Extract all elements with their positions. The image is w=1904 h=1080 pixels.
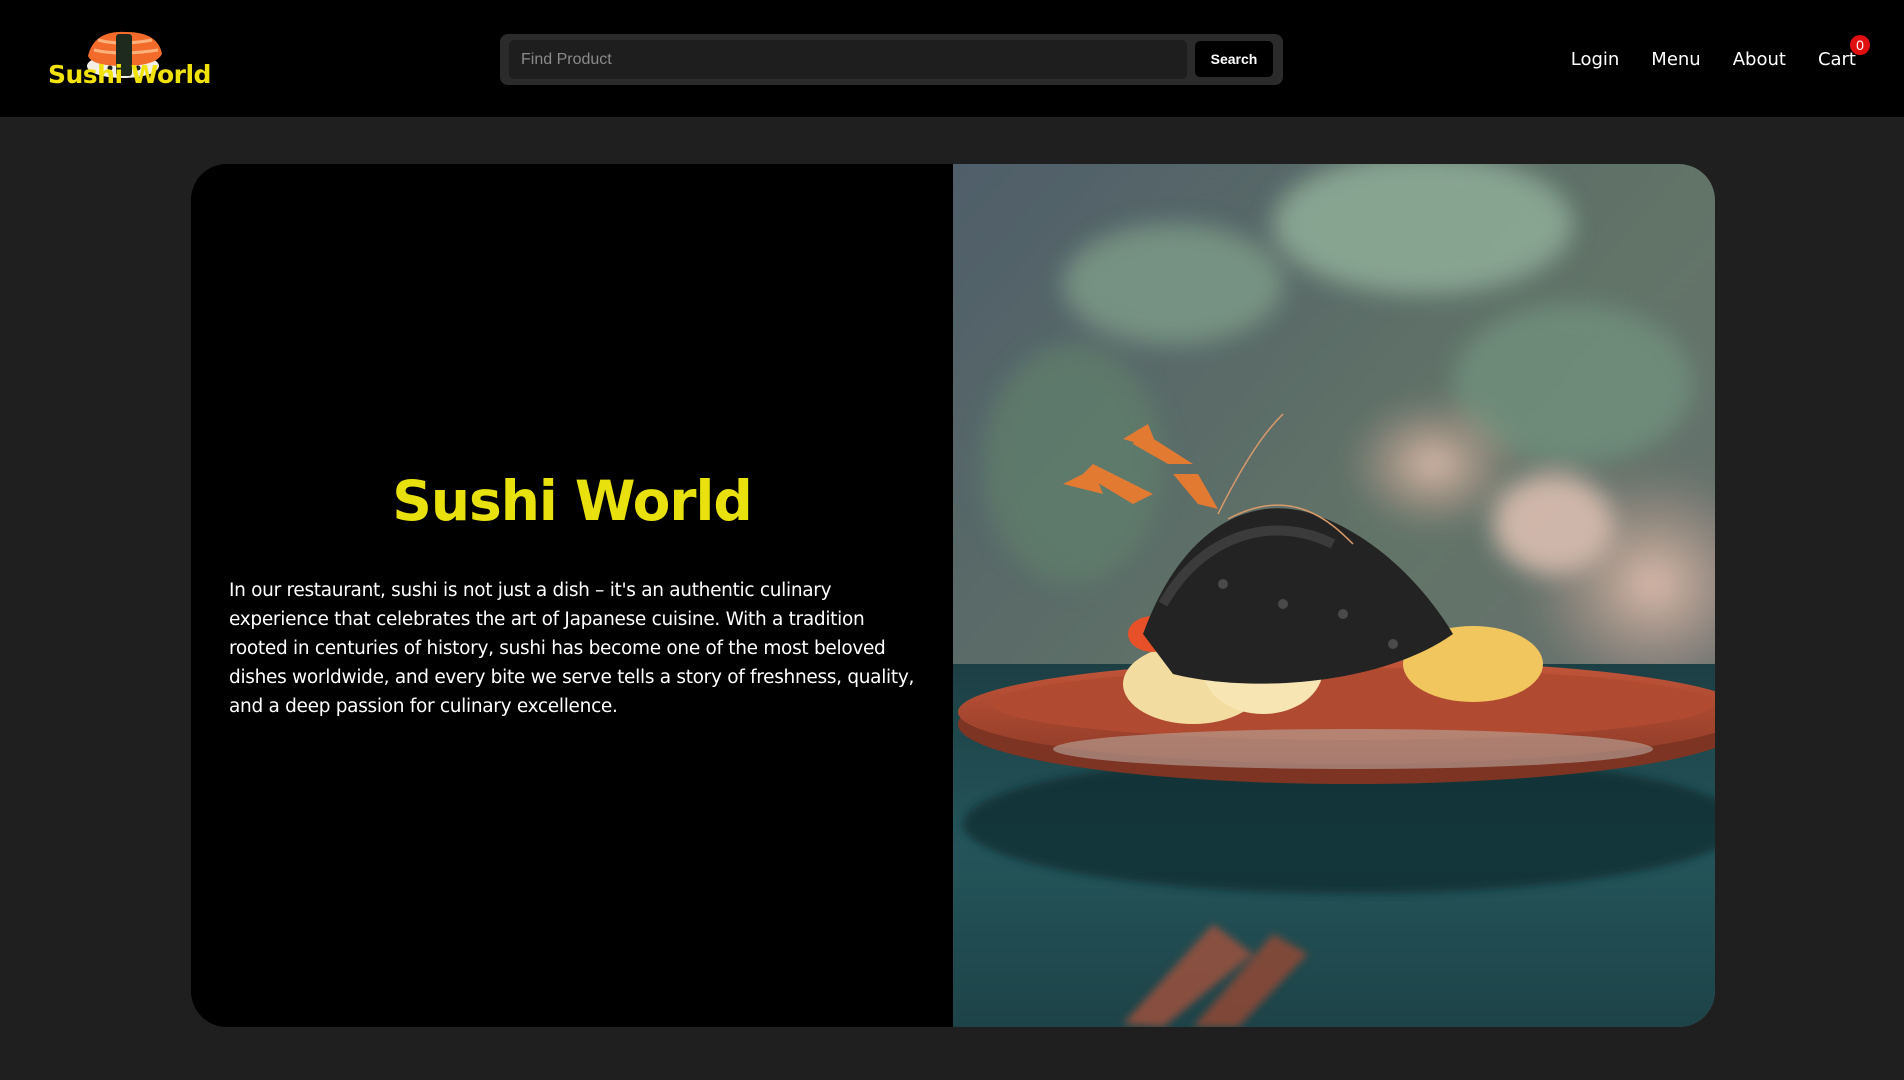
nav-login-link[interactable]: Login — [1571, 49, 1620, 70]
cart-label: Cart — [1817, 48, 1856, 70]
logo-text: Sushi World — [48, 60, 211, 89]
top-navbar: Sushi World Search Login Menu About Cart… — [0, 0, 1904, 117]
nav-menu-link[interactable]: Menu — [1651, 49, 1700, 70]
search-input[interactable] — [509, 40, 1187, 79]
main-nav: Login Menu About Cart 0 — [1571, 34, 1870, 71]
search-button[interactable]: Search — [1195, 41, 1273, 77]
hero-text-panel: Sushi World In our restaurant, sushi is … — [191, 164, 953, 1027]
hero-food-image — [953, 164, 1715, 1027]
cart-count-badge: 0 — [1850, 34, 1870, 55]
tempura-shrimp-plate-image — [953, 164, 1715, 1027]
search-bar: Search — [500, 34, 1283, 85]
hero-title: Sushi World — [392, 469, 753, 533]
hero-description: In our restaurant, sushi is not just a d… — [229, 580, 915, 717]
nav-cart-link[interactable]: Cart 0 — [1817, 34, 1870, 70]
nav-about-link[interactable]: About — [1733, 49, 1786, 70]
site-logo[interactable]: Sushi World — [48, 26, 211, 98]
hero-card: Sushi World In our restaurant, sushi is … — [191, 164, 1715, 1027]
